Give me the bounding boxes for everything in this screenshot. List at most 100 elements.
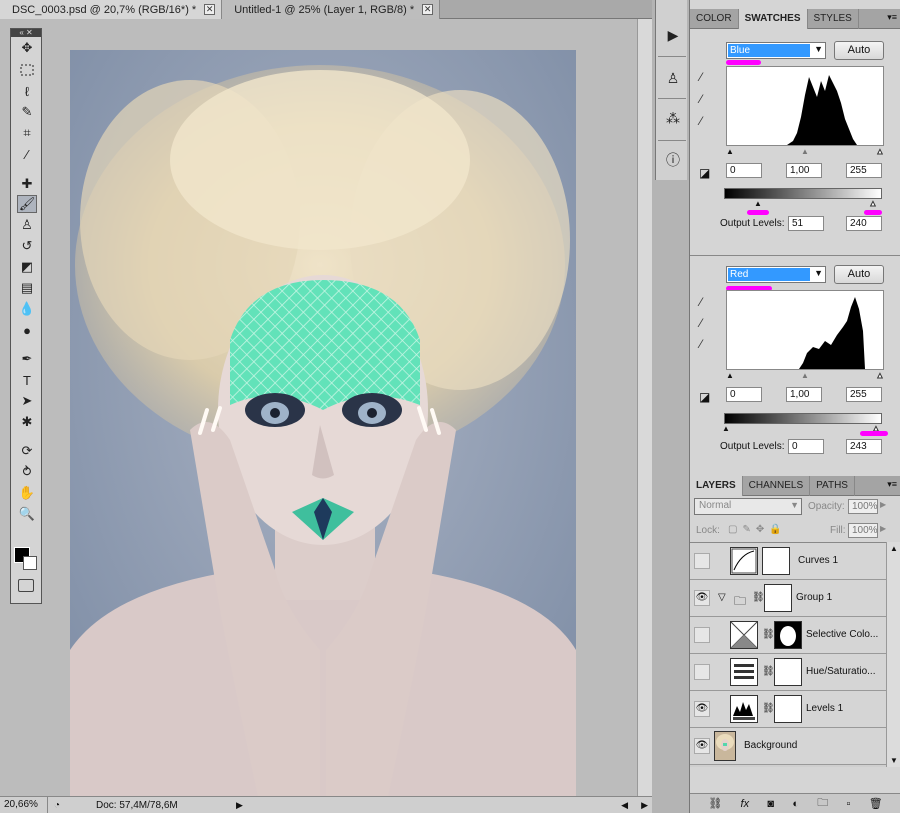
gray-point-eyedropper-icon[interactable]: ⁄ bbox=[700, 92, 702, 106]
panel-menu-icon[interactable]: ▾≡ bbox=[887, 479, 897, 490]
vertical-scrollbar[interactable] bbox=[637, 19, 652, 796]
3d-rotate-tool-icon[interactable]: ⟳ bbox=[17, 442, 37, 460]
layer-row-background[interactable]: 👁 Background bbox=[690, 728, 886, 765]
black-point-eyedropper-icon[interactable]: ⁄ bbox=[700, 70, 702, 84]
tab-layers[interactable]: LAYERS bbox=[690, 476, 743, 496]
canvas-area[interactable] bbox=[0, 19, 637, 806]
visibility-toggle[interactable] bbox=[694, 627, 710, 643]
clip-warning-icon[interactable]: ◪ bbox=[699, 390, 710, 404]
hand-tool-icon[interactable]: ✋ bbox=[17, 484, 37, 502]
status-menu-arrow-icon[interactable]: ▶ bbox=[236, 800, 243, 811]
new-group-icon[interactable]: 🗀 bbox=[817, 794, 828, 813]
quick-mask-icon[interactable] bbox=[18, 579, 34, 592]
marquee-tool-icon[interactable] bbox=[17, 61, 37, 79]
layer-row-levels[interactable]: 👁 ⛓ Levels 1 bbox=[690, 691, 886, 728]
gradient-tool-icon[interactable]: ▤ bbox=[17, 279, 37, 297]
output-white-slider[interactable]: ▲ bbox=[869, 199, 878, 209]
fill-field[interactable]: 100% bbox=[848, 523, 878, 538]
tab-swatches[interactable]: SWATCHES bbox=[738, 9, 808, 29]
shape-tool-icon[interactable]: ✱ bbox=[17, 413, 37, 431]
layer-row-selective-color[interactable]: ⛓ Selective Colo... bbox=[690, 617, 886, 654]
scroll-up-icon[interactable]: ▲ bbox=[890, 544, 898, 553]
opacity-arrow-icon[interactable]: ▶ bbox=[880, 500, 886, 509]
scroll-right-icon[interactable]: ▶ bbox=[641, 800, 648, 811]
history-brush-tool-icon[interactable]: ↺ bbox=[17, 237, 37, 255]
black-input-slider[interactable]: ▲ bbox=[726, 371, 734, 380]
auto-button[interactable]: Auto bbox=[834, 41, 884, 60]
actions-icon[interactable]: ▶ bbox=[662, 25, 684, 45]
input-black-field[interactable]: 0 bbox=[726, 387, 762, 402]
eraser-tool-icon[interactable]: ◩ bbox=[17, 258, 37, 276]
crop-tool-icon[interactable]: ⌗ bbox=[17, 124, 37, 142]
visibility-toggle[interactable] bbox=[694, 553, 710, 569]
input-white-field[interactable]: 255 bbox=[846, 387, 882, 402]
input-black-field[interactable]: 0 bbox=[726, 163, 762, 178]
add-mask-icon[interactable]: ◙ bbox=[767, 798, 774, 810]
input-white-field[interactable]: 255 bbox=[846, 163, 882, 178]
3d-orbit-tool-icon[interactable]: ⥁ bbox=[17, 463, 37, 481]
layers-scrollbar[interactable]: ▲ ▼ bbox=[886, 542, 900, 767]
eye-icon[interactable]: 👁 bbox=[694, 738, 710, 754]
scroll-down-icon[interactable]: ▼ bbox=[890, 756, 898, 765]
black-input-slider[interactable]: ▲ bbox=[726, 147, 734, 156]
disclosure-triangle-icon[interactable]: ▽ bbox=[718, 592, 726, 603]
output-black-slider[interactable]: ▲ bbox=[754, 199, 762, 208]
tools-panel-header[interactable]: « ✕ bbox=[11, 29, 41, 37]
dodge-tool-icon[interactable]: ● bbox=[17, 321, 37, 339]
background-color-swatch[interactable] bbox=[23, 556, 37, 570]
layer-row-group[interactable]: 👁 ▽ 🗀 ⛓ Group 1 bbox=[690, 580, 886, 617]
tab-dsc-0003[interactable]: DSC_0003.psd @ 20,7% (RGB/16*) * ✕ bbox=[0, 0, 223, 19]
healing-tool-icon[interactable]: ✚ bbox=[17, 175, 37, 193]
input-gamma-field[interactable]: 1,00 bbox=[786, 387, 822, 402]
zoom-tool-icon[interactable]: 🔍 bbox=[17, 505, 37, 523]
tab-untitled-1[interactable]: Untitled-1 @ 25% (Layer 1, RGB/8) * ✕ bbox=[222, 0, 441, 19]
auto-button[interactable]: Auto bbox=[834, 265, 884, 284]
fx-icon[interactable]: fx bbox=[741, 798, 750, 810]
output-white-field[interactable]: 243 bbox=[846, 439, 882, 454]
type-tool-icon[interactable]: T bbox=[17, 371, 37, 389]
panel-menu-icon[interactable]: ▾≡ bbox=[887, 12, 897, 23]
link-layers-icon[interactable]: ⛓ bbox=[708, 797, 722, 810]
clone-stamp-tool-icon[interactable]: ♙ bbox=[17, 216, 37, 234]
layer-row-hue-saturation[interactable]: ⛓ Hue/Saturatio... bbox=[690, 654, 886, 691]
eyedropper-tool-icon[interactable]: ⁄ bbox=[17, 145, 37, 163]
trash-icon[interactable]: 🗑 bbox=[869, 797, 883, 810]
gray-input-slider[interactable]: ▲ bbox=[801, 147, 809, 156]
adjustment-layer-icon[interactable]: ◐ bbox=[792, 798, 799, 810]
info-icon[interactable]: ⓘ bbox=[662, 150, 684, 170]
new-layer-icon[interactable]: ▫ bbox=[847, 798, 851, 810]
brushes-icon[interactable]: ⁂ bbox=[662, 108, 684, 128]
fill-arrow-icon[interactable]: ▶ bbox=[880, 524, 886, 533]
lock-icons[interactable]: ▢✎✥🔒 bbox=[728, 524, 787, 535]
white-input-slider[interactable]: ▲ bbox=[876, 371, 885, 381]
status-icon[interactable]: ◔ bbox=[48, 800, 66, 811]
eye-icon[interactable]: 👁 bbox=[694, 590, 710, 606]
black-point-eyedropper-icon[interactable]: ⁄ bbox=[700, 295, 702, 309]
output-white-field[interactable]: 240 bbox=[846, 216, 882, 231]
channel-dropdown-blue[interactable]: Blue ▼ bbox=[726, 42, 826, 59]
eye-icon[interactable]: 👁 bbox=[694, 701, 710, 717]
zoom-level[interactable]: 20,66% bbox=[0, 796, 48, 813]
visibility-toggle[interactable] bbox=[694, 664, 710, 680]
clip-warning-icon[interactable]: ◪ bbox=[699, 166, 710, 180]
blur-tool-icon[interactable]: 💧 bbox=[17, 300, 37, 318]
pen-tool-icon[interactable]: ✒ bbox=[17, 350, 37, 368]
photo-canvas[interactable] bbox=[70, 50, 576, 806]
opacity-field[interactable]: 100% bbox=[848, 499, 878, 514]
gray-input-slider[interactable]: ▲ bbox=[801, 371, 809, 380]
white-point-eyedropper-icon[interactable]: ⁄ bbox=[700, 337, 702, 351]
tab-styles[interactable]: STYLES bbox=[808, 9, 859, 29]
output-black-field[interactable]: 0 bbox=[788, 439, 824, 454]
white-point-eyedropper-icon[interactable]: ⁄ bbox=[700, 114, 702, 128]
tab-color[interactable]: COLOR bbox=[690, 9, 739, 29]
clone-source-icon[interactable]: ♙ bbox=[662, 68, 684, 88]
close-icon[interactable]: ✕ bbox=[204, 4, 216, 15]
output-black-field[interactable]: 51 bbox=[788, 216, 824, 231]
close-icon[interactable]: ✕ bbox=[422, 4, 434, 15]
gray-point-eyedropper-icon[interactable]: ⁄ bbox=[700, 316, 702, 330]
channel-dropdown-red[interactable]: Red ▼ bbox=[726, 266, 826, 283]
move-tool-icon[interactable]: ✥ bbox=[17, 39, 37, 57]
white-input-slider[interactable]: ▲ bbox=[876, 147, 885, 157]
path-select-tool-icon[interactable]: ➤ bbox=[17, 392, 37, 410]
layer-row-curves[interactable]: Curves 1 bbox=[690, 543, 886, 580]
